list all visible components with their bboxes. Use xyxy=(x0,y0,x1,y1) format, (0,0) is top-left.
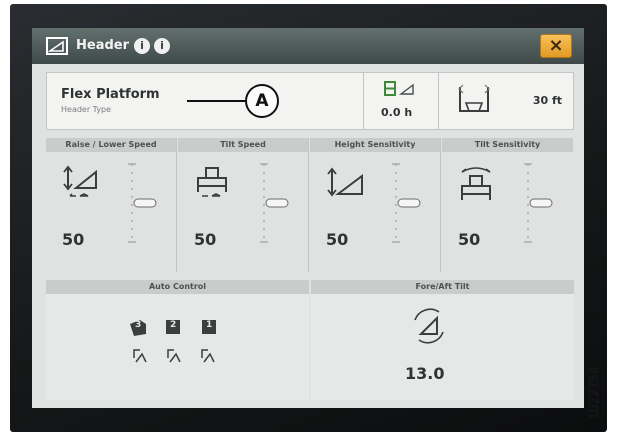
tilt-sensitivity-tile[interactable]: Tilt Sensitivity 50 xyxy=(442,138,573,272)
sensor-label: Height Sensitivity xyxy=(310,138,440,152)
preset-1-label: 1 xyxy=(206,320,213,330)
close-button[interactable]: × xyxy=(540,34,572,58)
slider-scale[interactable] xyxy=(120,162,160,244)
slider-thumb xyxy=(397,198,421,208)
info-icon[interactable]: i xyxy=(134,38,150,54)
header-width-button[interactable]: 30 ft xyxy=(439,73,574,129)
height-sensitivity-tile[interactable]: Height Sensitivity 50 xyxy=(310,138,441,272)
raise-lower-speed-tile[interactable]: Raise / Lower Speed 50 xyxy=(46,138,177,272)
fore-aft-tilt-icon xyxy=(414,308,444,344)
sensor-value: 50 xyxy=(326,230,349,249)
callout-leader-line xyxy=(187,100,247,102)
slider-scale[interactable] xyxy=(516,162,556,244)
auto-control-presets-icon xyxy=(130,320,216,363)
header-hours-value: 0.0 h xyxy=(381,106,413,119)
slider-thumb xyxy=(265,198,289,208)
sensor-value: 50 xyxy=(194,230,217,249)
sensor-value: 50 xyxy=(458,230,481,249)
fore-aft-tilt-label: Fore/Aft Tilt xyxy=(311,280,574,294)
raise-lower-speed-icon xyxy=(63,165,97,197)
callout-a: A xyxy=(245,84,279,118)
sensor-label: Tilt Sensitivity xyxy=(442,138,573,152)
tilt-speed-icon xyxy=(197,167,227,197)
header-type-value: Flex Platform xyxy=(61,87,160,102)
height-sensitivity-icon xyxy=(327,167,363,197)
title-bar: Header i i × xyxy=(32,28,584,64)
header-hours-icon xyxy=(384,81,414,96)
tilt-speed-tile[interactable]: Tilt Speed 50 xyxy=(178,138,309,272)
auto-control-label: Auto Control xyxy=(46,280,309,294)
header-type-label: Header Type xyxy=(61,105,112,114)
preset-3-label: 3 xyxy=(135,320,142,330)
slider-thumb xyxy=(133,198,157,208)
slider-thumb xyxy=(529,198,553,208)
sensor-value: 50 xyxy=(62,230,85,249)
header-type-button[interactable]: Flex Platform Header Type A xyxy=(47,73,347,129)
fore-aft-tilt-panel[interactable]: Fore/Aft Tilt 13.0 xyxy=(311,280,574,400)
header-width-value: 30 ft xyxy=(532,94,562,107)
preset-2-label: 2 xyxy=(170,320,177,330)
header-hours-button[interactable]: 0.0 h xyxy=(364,73,438,129)
info-icon-2[interactable]: i xyxy=(154,38,170,54)
page-title: Header xyxy=(76,38,130,53)
fore-aft-tilt-value: 13.0 xyxy=(405,364,445,383)
header-icon xyxy=(46,37,68,55)
slider-scale[interactable] xyxy=(252,162,292,244)
sensitivity-settings: Raise / Lower Speed 50 Tilt Speed 50 Hei… xyxy=(46,138,574,272)
sensor-label: Raise / Lower Speed xyxy=(46,138,176,152)
sensor-label: Tilt Speed xyxy=(178,138,308,152)
header-info-row: Flex Platform Header Type A 0.0 h 30 ft xyxy=(46,72,574,130)
slider-scale[interactable] xyxy=(384,162,424,244)
header-width-icon xyxy=(458,84,490,112)
figure-code: 1022759 xyxy=(587,366,601,420)
bottom-panels: Auto Control 3 2 1 Fore/Aft Tilt 13.0 xyxy=(46,280,574,400)
auto-control-panel[interactable]: Auto Control 3 2 1 xyxy=(46,280,309,400)
tilt-sensitivity-icon xyxy=(461,167,491,200)
header-screen: Header i i × Flex Platform Header Type A… xyxy=(32,28,584,408)
